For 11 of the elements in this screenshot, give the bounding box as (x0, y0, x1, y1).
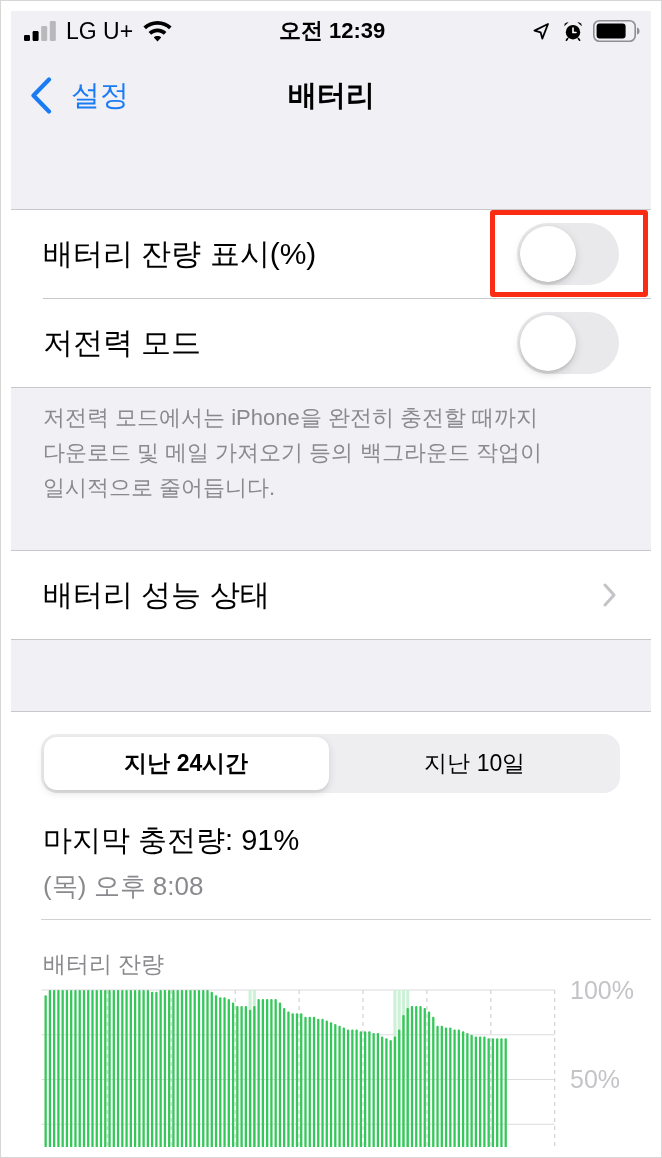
last-charge-time: (목) 오후 8:08 (43, 870, 205, 903)
status-time: 오전 12:39 (278, 17, 386, 45)
axis-label: 100% (570, 977, 634, 1004)
axis-label: 50% (570, 1065, 620, 1094)
nav-title: 배터리 (287, 78, 375, 113)
setting-label: 배터리 잔량 표시(%) (43, 236, 317, 272)
footer-note: 저전력 모드에서는 iPhone을 완전히 충전할 때까지 다운로드 및 메일 가져오기 등의 백그라운드 작업이 일시적으로 줄어듭니다. (42, 404, 543, 502)
last-charge-text: 마지막 충전량: 91% (43, 823, 301, 858)
chart-title: 배터리 잔량 (43, 951, 165, 977)
carrier-name: LG U+ (66, 17, 134, 45)
setting-label: 저전력 모드 (43, 325, 202, 361)
